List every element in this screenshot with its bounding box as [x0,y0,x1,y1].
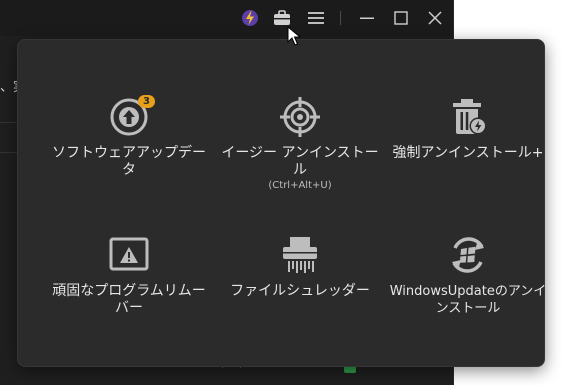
windows-update-uninstall-tool[interactable]: WindowsUpdateのアンインストール [388,233,548,317]
lightning-icon[interactable] [240,8,260,28]
toolbox-icon[interactable] [272,8,292,28]
tool-label: WindowsUpdateのアンインストール [389,284,547,316]
tool-label: 頑固なプログラムリムーバー [52,283,206,316]
minimize-icon[interactable] [357,8,377,28]
trash-lightning-icon [453,99,487,135]
title-bar [0,0,453,36]
shredder-icon [283,237,317,273]
maximize-icon[interactable] [391,8,411,28]
tool-label: イージー アンインストール [221,145,379,178]
file-shredder-tool[interactable]: ファイルシュレッダー [220,233,380,300]
crosshair-target-icon [280,97,320,137]
tool-label: ソフトウェアアップデータ [52,145,206,178]
software-updater-tool[interactable]: 3 ソフトウェアアップデータ [49,95,209,179]
easy-uninstall-tool[interactable]: イージー アンインストール (Ctrl+Alt+U) [220,95,380,191]
tool-label: 強制アンインストール+ [392,145,544,161]
titlebar-separator [340,11,341,25]
forced-uninstall-tool[interactable]: 強制アンインストール+ [388,95,548,162]
stubborn-program-remover-tool[interactable]: 頑固なプログラムリムーバー [49,233,209,317]
tool-shortcut: (Ctrl+Alt+U) [268,180,332,191]
tool-label: ファイルシュレッダー [230,283,370,299]
windows-refresh-icon [452,237,484,273]
hamburger-menu-icon[interactable] [306,8,326,28]
update-count-badge: 3 [138,95,155,108]
mouse-cursor-icon [287,26,301,46]
close-icon[interactable] [425,8,445,28]
tools-popup-panel: 3 ソフトウェアアップデータ イージー アンインストール (Ctrl+Alt+U… [17,39,548,367]
warning-window-icon [109,237,149,271]
